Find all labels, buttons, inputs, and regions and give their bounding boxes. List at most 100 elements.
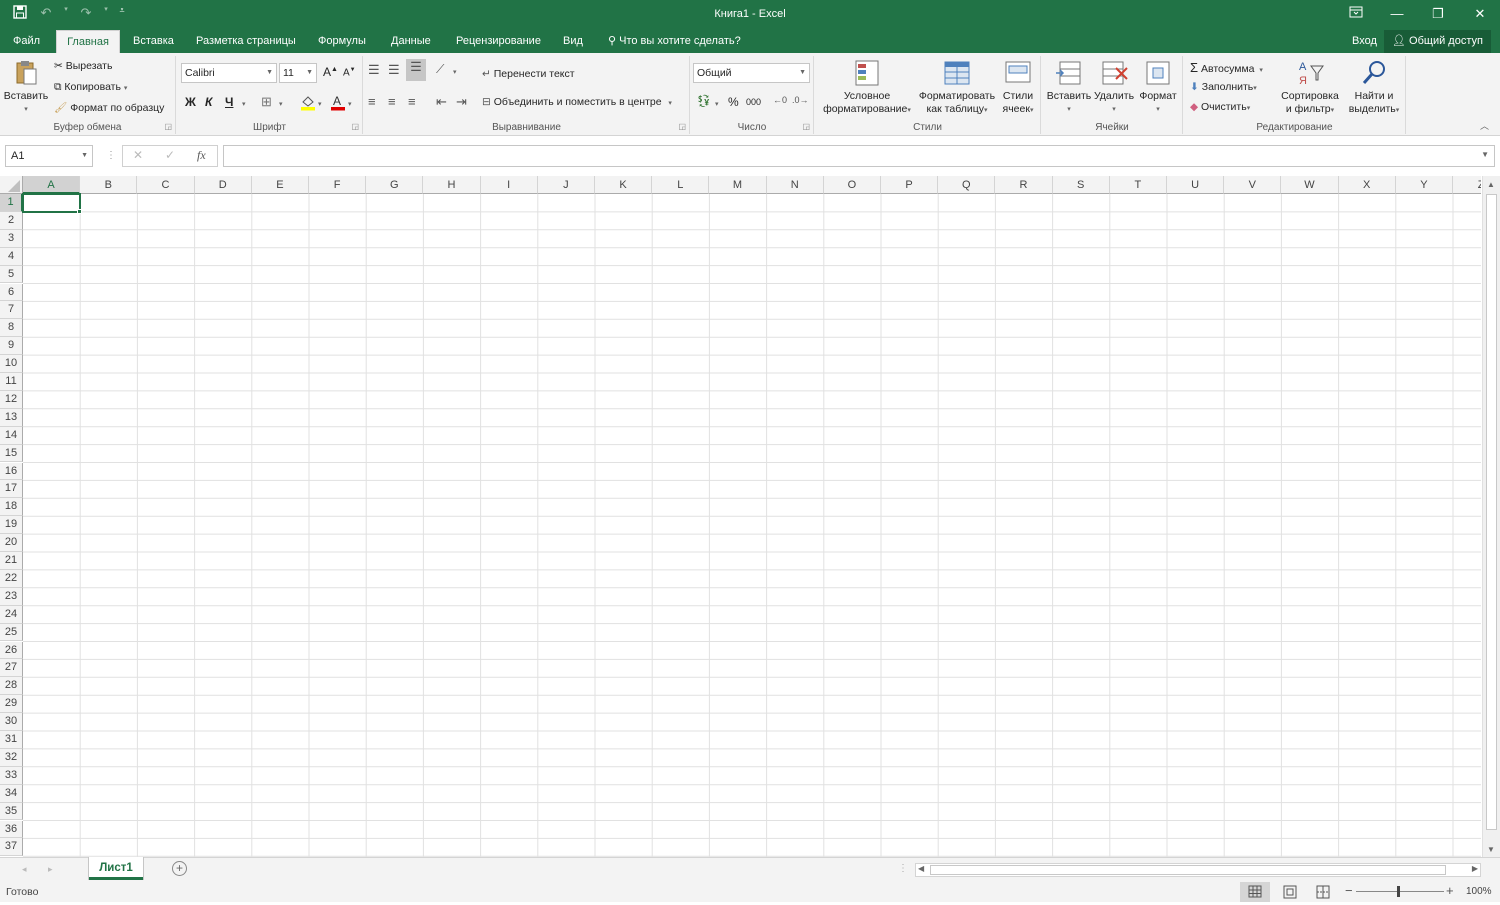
column-header-z[interactable]: Z	[1453, 176, 1481, 194]
align-middle-icon[interactable]: ☰	[388, 62, 400, 78]
scroll-up-icon[interactable]: ▲	[1487, 180, 1495, 189]
column-header-j[interactable]: J	[537, 176, 595, 194]
column-header-i[interactable]: I	[480, 176, 538, 194]
column-header-x[interactable]: X	[1338, 176, 1396, 194]
restore-icon[interactable]: ❐	[1416, 0, 1460, 30]
delete-cells-button[interactable]: Удалить ▾	[1092, 58, 1136, 116]
expand-formula-bar-icon[interactable]: ▼	[1481, 150, 1489, 159]
currency-icon[interactable]: 💱︎	[696, 94, 711, 108]
column-header-q[interactable]: Q	[938, 176, 996, 194]
row-header-3[interactable]: 3	[0, 229, 23, 248]
row-header-34[interactable]: 34	[0, 784, 23, 803]
row-header-19[interactable]: 19	[0, 516, 23, 535]
row-header-36[interactable]: 36	[0, 820, 23, 839]
sort-filter-button[interactable]: AЯ Сортировка и фильтр▾	[1278, 58, 1342, 117]
row-header-12[interactable]: 12	[0, 390, 23, 409]
tab-view[interactable]: Вид	[561, 30, 585, 53]
row-header-9[interactable]: 9	[0, 337, 23, 356]
column-header-f[interactable]: F	[309, 176, 367, 194]
column-header-b[interactable]: B	[80, 176, 138, 194]
orientation-icon[interactable]: ⟋	[436, 62, 444, 77]
column-header-p[interactable]: P	[881, 176, 939, 194]
column-header-s[interactable]: S	[1052, 176, 1110, 194]
column-header-l[interactable]: L	[652, 176, 710, 194]
cell-styles-button[interactable]: Стили ячеек▾	[997, 58, 1039, 117]
column-header-o[interactable]: O	[823, 176, 881, 194]
sign-in-link[interactable]: Вход	[1350, 30, 1379, 53]
format-as-table-button[interactable]: Форматировать как таблицу▾	[916, 58, 998, 117]
enter-icon[interactable]: ✓	[165, 148, 175, 162]
column-header-t[interactable]: T	[1109, 176, 1167, 194]
row-header-31[interactable]: 31	[0, 731, 23, 749]
italic-button[interactable]: К	[205, 95, 212, 109]
collapse-ribbon-icon[interactable]: ︿	[1480, 119, 1489, 132]
row-header-22[interactable]: 22	[0, 569, 23, 588]
column-header-d[interactable]: D	[194, 176, 252, 194]
row-header-6[interactable]: 6	[0, 283, 23, 302]
tab-home[interactable]: Главная	[56, 30, 120, 53]
ribbon-display-options-icon[interactable]	[1334, 0, 1378, 30]
column-header-u[interactable]: U	[1167, 176, 1225, 194]
copy-button[interactable]: ⧉ Копировать ▾	[54, 81, 127, 94]
column-header-g[interactable]: G	[366, 176, 424, 194]
row-header-28[interactable]: 28	[0, 677, 23, 696]
row-header-23[interactable]: 23	[0, 587, 23, 606]
row-header-30[interactable]: 30	[0, 713, 23, 731]
paste-button[interactable]: Вставить ▾	[3, 58, 49, 116]
number-format-select[interactable]: Общий ▼	[693, 63, 810, 83]
fill-button[interactable]: ⬇︎ Заполнить▾	[1190, 81, 1257, 93]
row-header-17[interactable]: 17	[0, 480, 23, 499]
column-header-v[interactable]: V	[1224, 176, 1282, 194]
bold-button[interactable]: Ж	[185, 95, 196, 109]
formula-bar-handle-icon[interactable]: ⋮	[106, 150, 116, 161]
tab-review[interactable]: Рецензирование	[454, 30, 543, 53]
sheet-prev-icon[interactable]: ◂	[22, 864, 27, 875]
scroll-left-icon[interactable]: ◀	[918, 864, 924, 873]
dialog-launcher-icon[interactable]: ◲	[164, 122, 172, 131]
grow-font-button[interactable]: A▲	[323, 65, 338, 79]
name-box[interactable]: A1 ▼	[5, 145, 93, 167]
row-header-11[interactable]: 11	[0, 373, 23, 391]
column-header-c[interactable]: C	[137, 176, 195, 194]
column-header-m[interactable]: M	[709, 176, 767, 194]
row-header-14[interactable]: 14	[0, 426, 23, 445]
share-button[interactable]: 👤︎ Общий доступ	[1384, 30, 1491, 53]
align-center-icon[interactable]: ≡	[388, 94, 396, 109]
row-header-2[interactable]: 2	[0, 211, 23, 230]
row-header-33[interactable]: 33	[0, 766, 23, 785]
zoom-slider[interactable]	[1356, 891, 1444, 892]
row-header-29[interactable]: 29	[0, 695, 23, 714]
clear-button[interactable]: ◆ Очистить▾	[1190, 101, 1250, 113]
sheet-next-icon[interactable]: ▸	[48, 864, 53, 875]
conditional-formatting-button[interactable]: Условное форматирование▾	[819, 58, 915, 117]
orientation-dropdown-icon[interactable]: ▾	[453, 68, 457, 76]
merge-center-button[interactable]: ⊟ Объединить и поместить в центре ▾	[482, 96, 672, 108]
row-header-21[interactable]: 21	[0, 552, 23, 570]
row-header-5[interactable]: 5	[0, 265, 23, 284]
tab-split-handle-icon[interactable]: ⋮	[898, 863, 908, 874]
fill-handle[interactable]	[77, 209, 82, 214]
zoom-slider-thumb[interactable]	[1397, 886, 1400, 897]
tab-formulas[interactable]: Формулы	[316, 30, 368, 53]
row-header-32[interactable]: 32	[0, 748, 23, 767]
scroll-down-icon[interactable]: ▼	[1487, 845, 1495, 854]
column-header-w[interactable]: W	[1281, 176, 1339, 194]
normal-view-button[interactable]	[1240, 882, 1270, 902]
row-header-18[interactable]: 18	[0, 498, 23, 517]
align-top-icon[interactable]: ☰	[368, 62, 380, 78]
decrease-decimal-icon[interactable]: .0→	[792, 95, 809, 105]
align-bottom-icon[interactable]: ☰	[406, 59, 426, 81]
increase-decimal-icon[interactable]: ←0	[773, 95, 787, 105]
row-header-13[interactable]: 13	[0, 408, 23, 427]
insert-function-icon[interactable]: fx	[197, 148, 206, 163]
column-header-n[interactable]: N	[766, 176, 824, 194]
vertical-scroll-thumb[interactable]	[1486, 194, 1497, 830]
row-header-16[interactable]: 16	[0, 462, 23, 481]
row-header-4[interactable]: 4	[0, 247, 23, 266]
zoom-in-icon[interactable]: +	[1446, 883, 1454, 898]
row-header-10[interactable]: 10	[0, 355, 23, 373]
align-right-icon[interactable]: ≡	[408, 94, 416, 109]
row-header-7[interactable]: 7	[0, 301, 23, 320]
find-select-button[interactable]: Найти и выделить▾	[1344, 58, 1404, 117]
cancel-icon[interactable]: ✕	[133, 148, 143, 162]
